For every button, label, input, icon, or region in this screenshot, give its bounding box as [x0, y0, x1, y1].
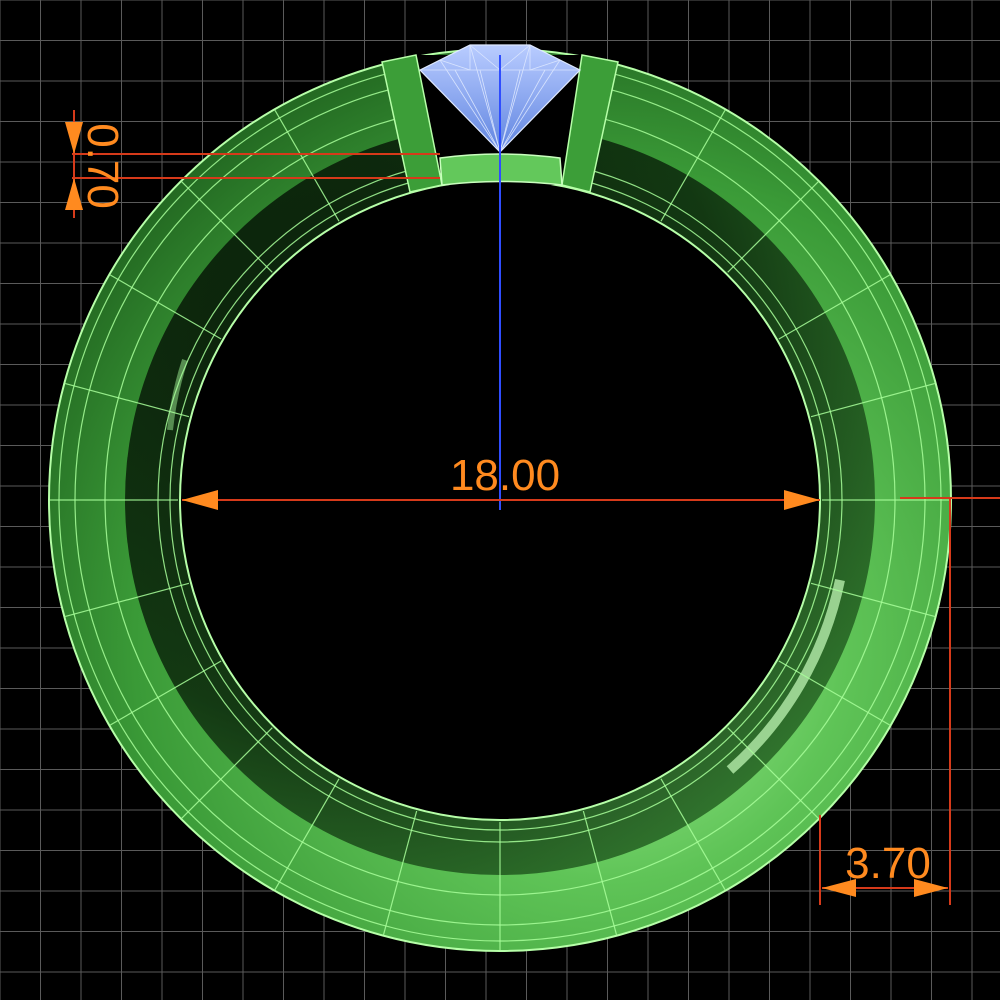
seat-depth-label: 0.70 [78, 123, 127, 209]
cad-viewport: 18.00 3.70 0.70 [0, 0, 1000, 1000]
inner-diameter-label: 18.00 [450, 451, 560, 500]
band-width-label: 3.70 [845, 839, 931, 888]
